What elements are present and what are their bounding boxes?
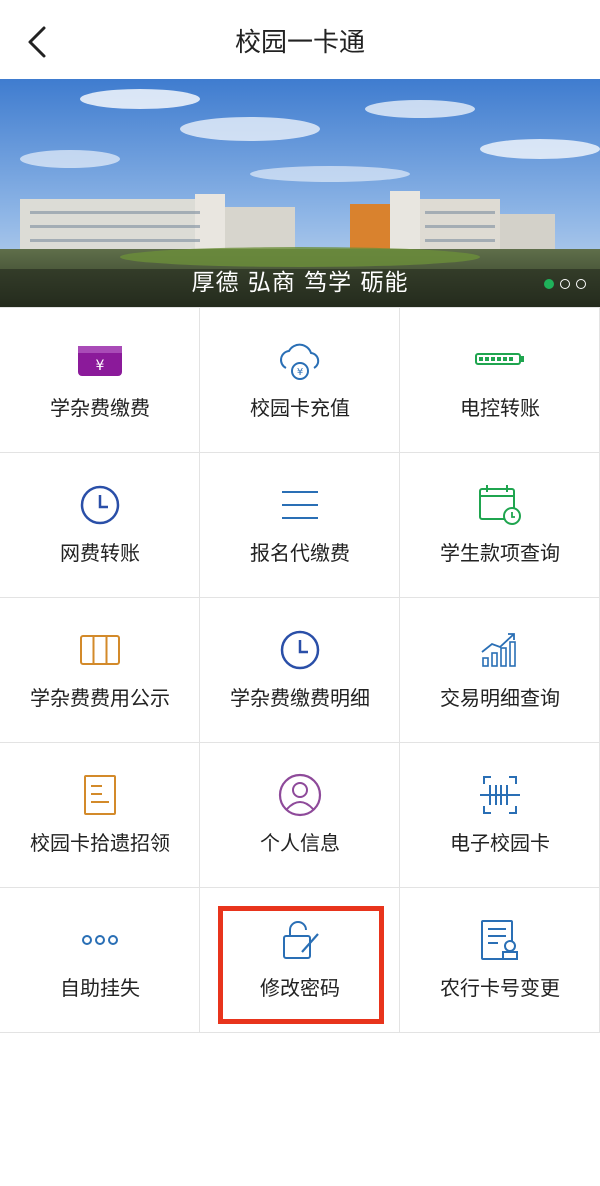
clock-icon (280, 630, 320, 670)
wallet-yen-icon: ¥ (78, 346, 122, 376)
carousel-dot-2[interactable] (560, 279, 570, 289)
bar-chart-icon (481, 633, 516, 667)
grid-item-lost-found[interactable]: 校园卡拾遗招领 (0, 743, 200, 888)
grid-item-label: 学杂费费用公示 (30, 686, 170, 710)
grid-item-label: 校园卡拾遗招领 (30, 831, 170, 855)
grid-item-abc-card-change[interactable]: 农行卡号变更 (400, 888, 600, 1033)
header-bar: 校园一卡通 (0, 0, 600, 79)
grid-item-payment-details[interactable]: 学杂费缴费明细 (200, 598, 400, 743)
campus-banner[interactable]: 厚德 弘商 笃学 砺能 (0, 79, 600, 307)
calendar-clock-icon (479, 485, 521, 525)
banner-slogan: 厚德 弘商 笃学 砺能 (191, 270, 409, 296)
grid-item-tuition-payment[interactable]: ¥ 学杂费缴费 (0, 308, 200, 453)
carousel-dot-3[interactable] (576, 279, 586, 289)
user-icon (278, 773, 322, 817)
grid-item-label: 网费转账 (60, 541, 140, 565)
grid-item-label: 农行卡号变更 (440, 976, 560, 1000)
scan-icon (480, 776, 520, 814)
grid-item-registration-fee[interactable]: 报名代缴费 (200, 453, 400, 598)
carousel-indicator[interactable] (544, 279, 586, 289)
grid-item-label: 电子校园卡 (450, 831, 550, 855)
grid-item-change-password[interactable]: 修改密码 (200, 888, 400, 1033)
grid-item-label: 个人信息 (260, 831, 340, 855)
svg-text:¥: ¥ (96, 358, 105, 374)
grid-item-e-card[interactable]: 电子校园卡 (400, 743, 600, 888)
grid-item-label: 修改密码 (260, 976, 340, 1000)
cloud-yen-icon: ¥ (280, 343, 320, 380)
grid-item-electric-transfer[interactable]: 电控转账 (400, 308, 600, 453)
more-dots-icon (82, 935, 118, 945)
grid-item-transaction-query[interactable]: 交易明细查询 (400, 598, 600, 743)
columns-icon (80, 635, 120, 665)
page-title: 校园一卡通 (234, 28, 365, 58)
battery-icon (475, 353, 524, 365)
grid-item-label: 自助挂失 (60, 976, 140, 1000)
grid-item-label: 学杂费缴费 (50, 396, 150, 420)
carousel-dot-1[interactable] (544, 279, 554, 289)
grid-item-label: 交易明细查询 (440, 686, 560, 710)
grid-item-label: 校园卡充值 (250, 396, 350, 420)
clock-icon (80, 485, 120, 525)
chevron-left-icon (28, 26, 46, 58)
grid-item-label: 学杂费缴费明细 (230, 686, 370, 710)
menu-lines-icon (282, 491, 318, 519)
grid-item-label: 电控转账 (460, 396, 540, 420)
back-button[interactable] (20, 20, 60, 64)
grid-item-card-recharge[interactable]: ¥ 校园卡充值 (200, 308, 400, 453)
grid-item-label: 报名代缴费 (250, 541, 350, 565)
grid-item-network-fee[interactable]: 网费转账 (0, 453, 200, 598)
service-grid: ¥ 学杂费缴费 ¥ 校园卡充值 电控转账 网费转账 报名代缴费 学生款项查询 学… (0, 307, 600, 1034)
document-icon (84, 775, 116, 815)
grid-item-personal-info[interactable]: 个人信息 (200, 743, 400, 888)
certificate-icon (481, 920, 518, 960)
grid-item-report-loss[interactable]: 自助挂失 (0, 888, 200, 1033)
grid-item-student-funds[interactable]: 学生款项查询 (400, 453, 600, 598)
grid-item-label: 学生款项查询 (440, 541, 560, 565)
grid-item-fee-disclosure[interactable]: 学杂费费用公示 (0, 598, 200, 743)
svg-text:¥: ¥ (297, 367, 303, 378)
lock-edit-icon (283, 921, 319, 959)
